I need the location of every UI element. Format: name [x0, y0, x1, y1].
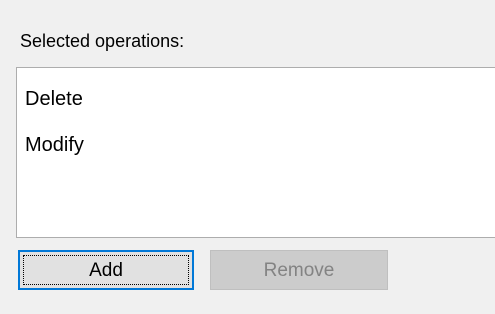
- remove-button: Remove: [210, 250, 388, 290]
- list-item-delete[interactable]: Delete: [25, 85, 83, 113]
- operations-panel: Selected operations: Delete Modify Add R…: [0, 0, 495, 314]
- add-button-label: Add: [89, 260, 123, 281]
- selected-operations-label: Selected operations:: [20, 31, 185, 51]
- list-item-modify[interactable]: Modify: [25, 131, 84, 159]
- add-button[interactable]: Add: [18, 250, 194, 290]
- selected-operations-listbox[interactable]: Delete Modify: [16, 67, 495, 238]
